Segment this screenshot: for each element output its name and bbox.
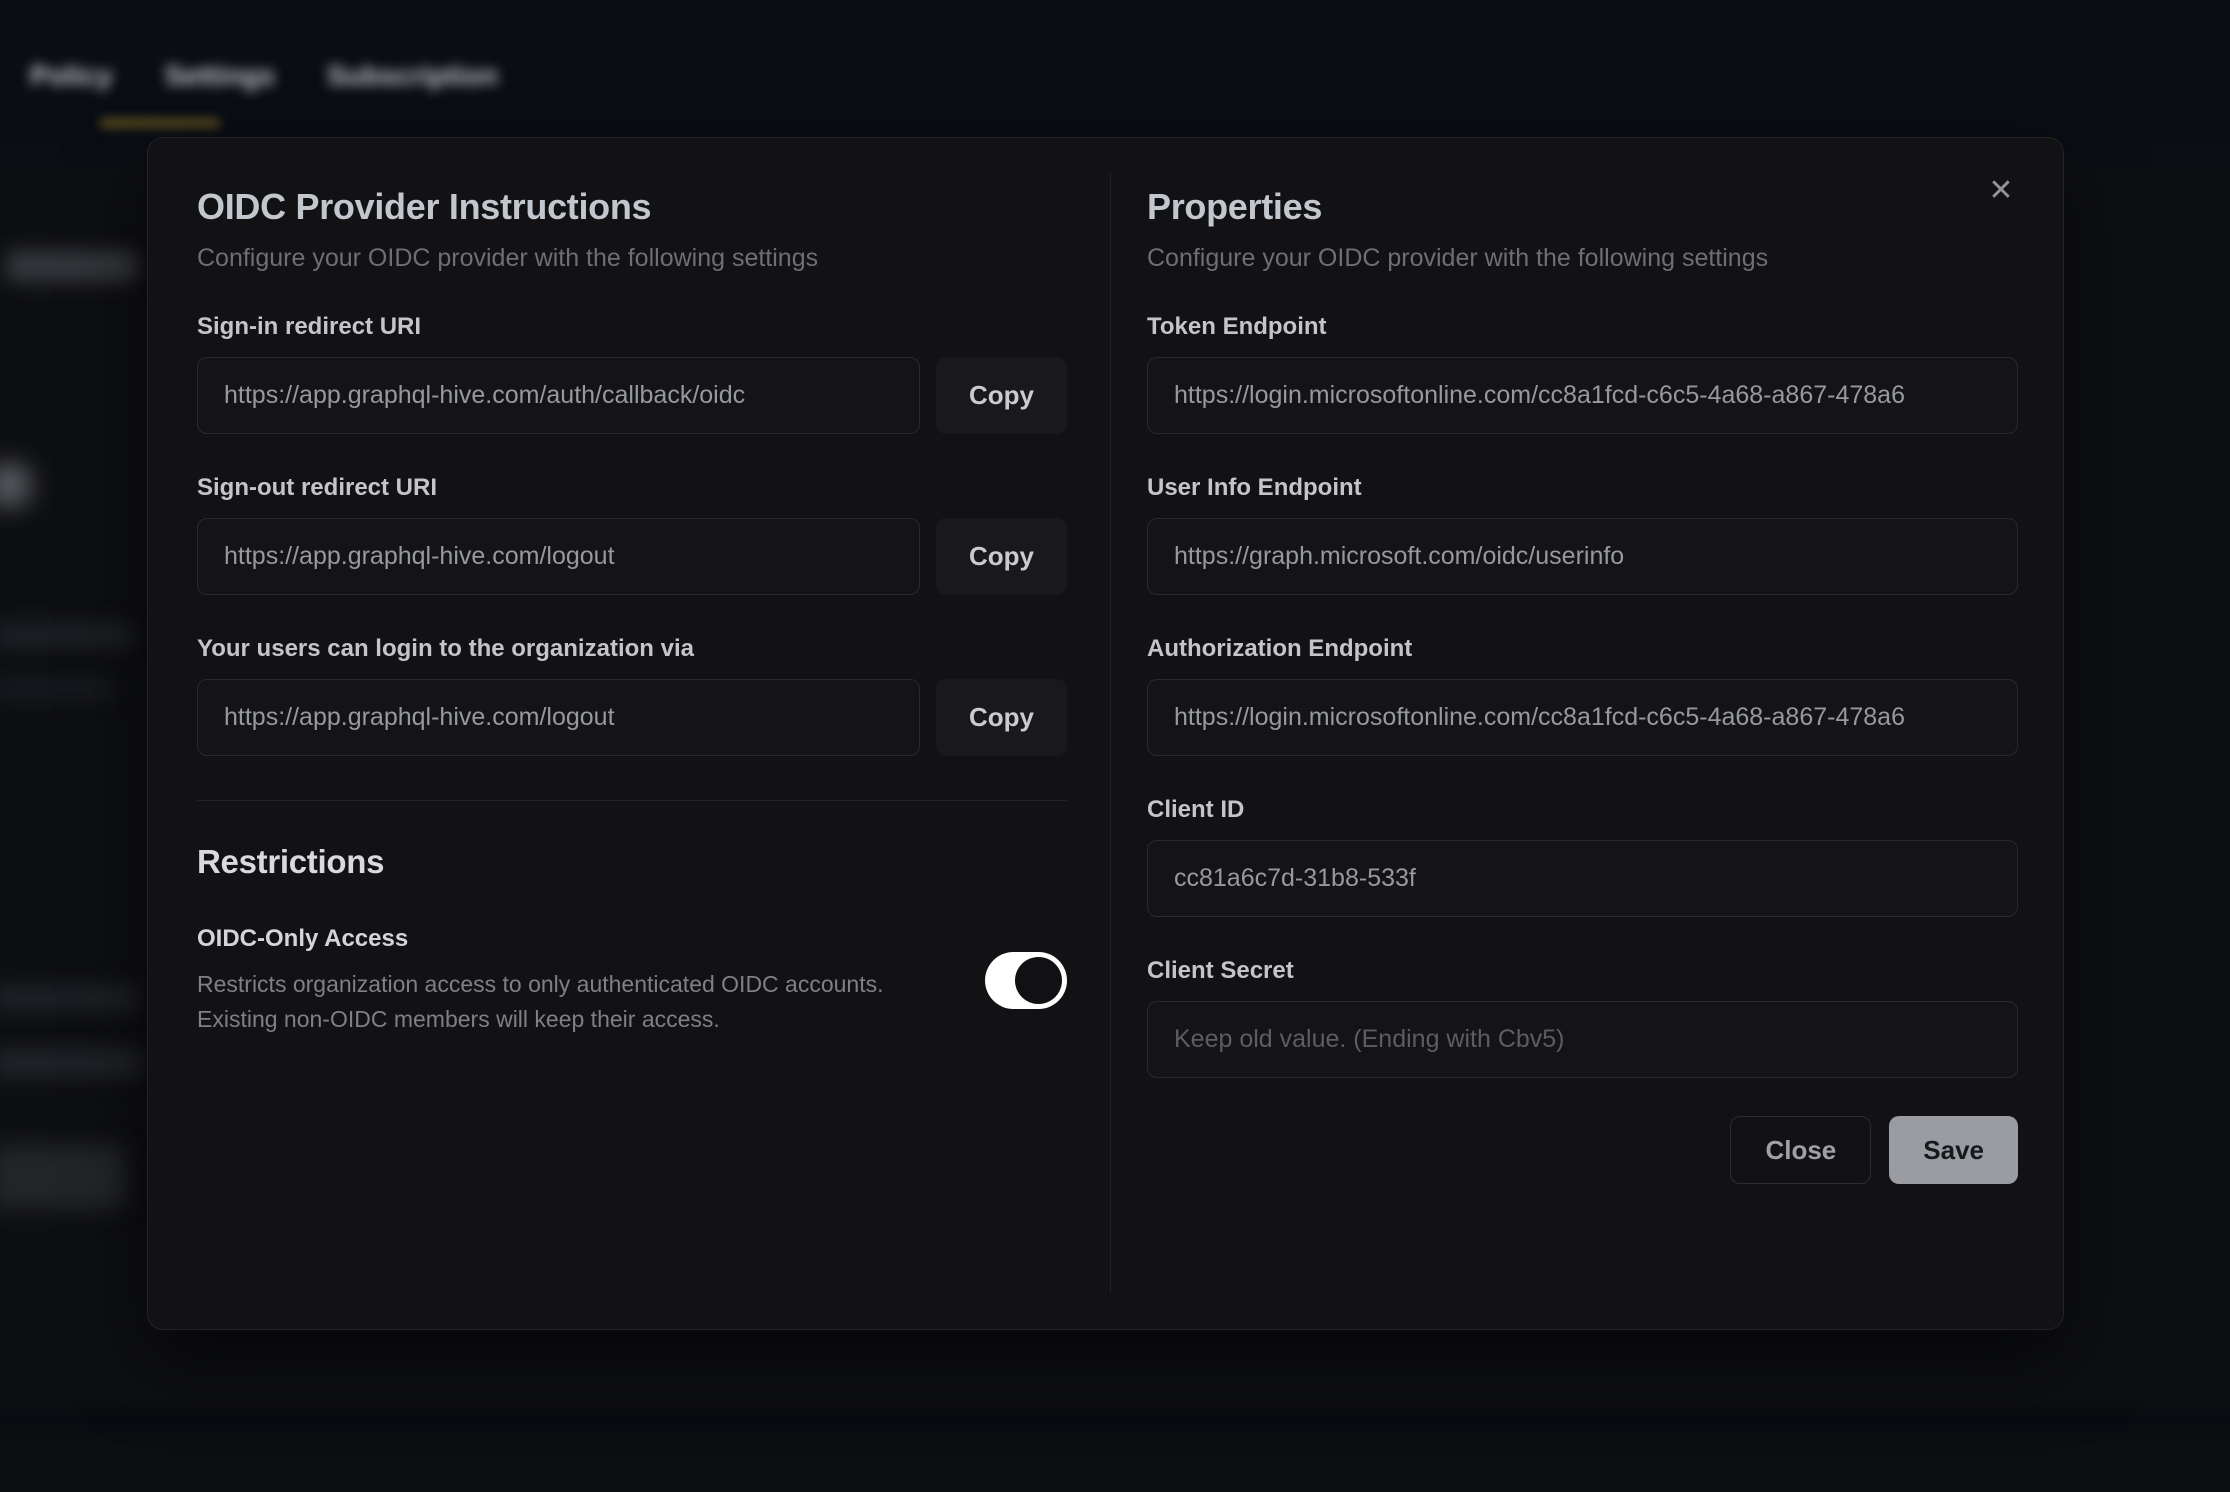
login-via-field: Your users can login to the organization… [197, 635, 1067, 756]
copy-button[interactable]: Copy [936, 679, 1067, 756]
blurred-background-text [0, 678, 112, 700]
signin-redirect-label: Sign-in redirect URI [197, 313, 1067, 341]
signin-redirect-field: Sign-in redirect URI Copy [197, 313, 1067, 434]
toggle-thumb [1015, 957, 1062, 1004]
oidc-settings-modal: ✕ OIDC Provider Instructions Configure y… [147, 137, 2064, 1330]
tab-settings[interactable]: Settings [164, 60, 274, 92]
background-tab-bar: Policy Settings Subscription [30, 60, 498, 92]
signout-redirect-field: Sign-out redirect URI Copy [197, 474, 1067, 595]
blurred-background-text [6, 250, 138, 282]
properties-title: Properties [1147, 186, 2018, 228]
token-endpoint-label: Token Endpoint [1147, 313, 2018, 341]
authorization-endpoint-field: Authorization Endpoint [1147, 635, 2018, 756]
client-secret-label: Client Secret [1147, 957, 2018, 985]
tab-policy[interactable]: Policy [30, 60, 112, 92]
instructions-subtitle: Configure your OIDC provider with the fo… [197, 244, 1067, 273]
token-endpoint-field: Token Endpoint [1147, 313, 2018, 434]
signin-redirect-input[interactable] [197, 357, 920, 434]
oidc-only-access-toggle[interactable] [985, 952, 1067, 1009]
section-divider [197, 800, 1067, 801]
modal-footer-buttons: Close Save [1147, 1116, 2018, 1184]
client-id-field: Client ID [1147, 796, 2018, 917]
userinfo-endpoint-label: User Info Endpoint [1147, 474, 2018, 502]
description-line: Existing non-OIDC members will keep thei… [197, 1002, 884, 1037]
save-button[interactable]: Save [1889, 1116, 2018, 1184]
close-button[interactable]: Close [1730, 1116, 1871, 1184]
blurred-background-text [0, 1048, 144, 1078]
blurred-background-text [0, 622, 134, 648]
client-secret-field: Client Secret [1147, 957, 2018, 1078]
login-via-label: Your users can login to the organization… [197, 635, 1067, 663]
blurred-background-text [0, 985, 140, 1011]
copy-button[interactable]: Copy [936, 518, 1067, 595]
oidc-only-access-row: OIDC-Only Access Restricts organization … [197, 925, 1067, 1037]
restrictions-title: Restrictions [197, 843, 1067, 881]
userinfo-endpoint-input[interactable] [1147, 518, 2018, 595]
copy-button[interactable]: Copy [936, 357, 1067, 434]
tab-subscription[interactable]: Subscription [327, 60, 498, 92]
client-id-input[interactable] [1147, 840, 2018, 917]
settings-tab-underline [100, 118, 220, 128]
column-divider [1110, 174, 1111, 1293]
client-secret-input[interactable] [1147, 1001, 2018, 1078]
blurred-background-dot [0, 462, 32, 508]
blurred-background-button [0, 1145, 126, 1209]
authorization-endpoint-label: Authorization Endpoint [1147, 635, 2018, 663]
properties-column: Properties Configure your OIDC provider … [1147, 138, 2018, 1184]
oidc-instructions-column: OIDC Provider Instructions Configure you… [197, 138, 1067, 1037]
client-id-label: Client ID [1147, 796, 2018, 824]
properties-subtitle: Configure your OIDC provider with the fo… [1147, 244, 2018, 273]
instructions-title: OIDC Provider Instructions [197, 186, 1067, 228]
token-endpoint-input[interactable] [1147, 357, 2018, 434]
description-line: Restricts organization access to only au… [197, 967, 884, 1002]
oidc-only-access-description: Restricts organization access to only au… [197, 967, 884, 1037]
userinfo-endpoint-field: User Info Endpoint [1147, 474, 2018, 595]
signout-redirect-label: Sign-out redirect URI [197, 474, 1067, 502]
authorization-endpoint-input[interactable] [1147, 679, 2018, 756]
login-via-input[interactable] [197, 679, 920, 756]
oidc-only-access-label: OIDC-Only Access [197, 925, 884, 953]
signout-redirect-input[interactable] [197, 518, 920, 595]
